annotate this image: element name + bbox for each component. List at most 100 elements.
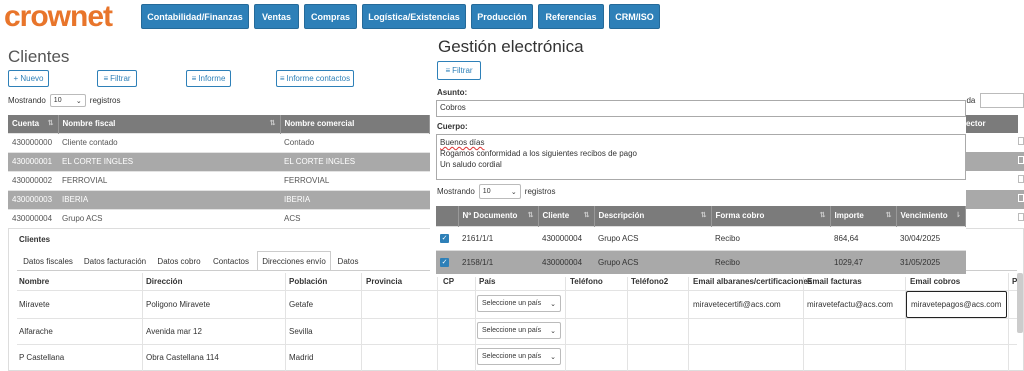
row-nombre: Alfarache [19, 327, 53, 336]
table-row[interactable]: 430000002 FERROVIAL FERROVIAL [8, 170, 430, 190]
col-cp: CP [443, 277, 455, 286]
receipts-table: Nº Documento ⇅ Cliente ⇅ Descripción ⇅ Form… [436, 206, 966, 274]
contacts-report-button[interactable]: ≡ Informe contactos [276, 70, 354, 87]
col-cliente[interactable]: Cliente ⇅ [538, 206, 595, 226]
col-pais: País [479, 277, 496, 286]
nav-logistica[interactable]: Logística/Existencias [362, 4, 466, 29]
modal-page-size-control: Mostrando 10 ⌄ registros [437, 184, 555, 199]
col-importe[interactable]: Importe ⇅ [830, 206, 897, 226]
sort-icon: ⇅ [819, 212, 826, 220]
filter-icon: ≡ [103, 74, 109, 83]
col-cuenta[interactable]: Cuenta ⇅ [8, 115, 59, 133]
table-row[interactable]: 430000003 IBERIA IBERIA [8, 189, 430, 209]
report-button[interactable]: ≡ Informe [186, 70, 231, 87]
right-col-header: ector [966, 115, 1018, 133]
col-telefono2: Teléfono2 [631, 277, 669, 286]
row-email-albaranes[interactable]: miravetecertifi@acs.com [693, 300, 781, 309]
sort-icon: ⇅ [269, 120, 276, 128]
row-checkbox[interactable] [1018, 194, 1024, 202]
tab-datos-facturacion[interactable]: Datos facturación [81, 251, 149, 271]
chevron-down-icon: ⌄ [550, 300, 556, 308]
nav-crm-iso[interactable]: CRM/ISO [609, 4, 660, 29]
tab-contactos[interactable]: Contactos [207, 251, 255, 271]
table-row[interactable]: 430000004 Grupo ACS ACS [8, 208, 430, 228]
detail-panel-title: Clientes [19, 235, 51, 244]
chevron-down-icon: ⌄ [75, 97, 82, 105]
table-row[interactable]: ✓ 2158/1/1 430000004 Grupo ACS Recibo 10… [436, 249, 966, 274]
sort-icon: ⇅ [885, 212, 892, 220]
modal-filter-button[interactable]: ≡ Filtrar [437, 61, 481, 80]
row-poblacion: Madrid [289, 353, 314, 362]
col-descripcion[interactable]: Descripción ⇅ [594, 206, 712, 226]
nav-compras[interactable]: Compras [304, 4, 357, 29]
sort-icon: ⇅ [527, 212, 534, 220]
subject-input[interactable]: Cobros [436, 100, 966, 117]
new-button[interactable]: + Nuevo [8, 70, 49, 87]
nav-referencias[interactable]: Referencias [538, 4, 604, 29]
country-select[interactable]: Seleccione un país ⌄ [477, 348, 561, 365]
tab-datos-cobro[interactable]: Datos cobro [151, 251, 207, 271]
table-row[interactable]: 430000001 EL CORTE INGLES EL CORTE INGLES [8, 151, 430, 171]
col-vencimiento[interactable]: Vencimiento ⇂ [896, 206, 966, 226]
sort-icon: ⇅ [583, 212, 590, 220]
row-poblacion: Sevilla [289, 327, 313, 336]
sort-icon: ⇅ [47, 120, 54, 128]
col-nombre-comercial[interactable]: Nombre comercial [280, 115, 430, 133]
filter-icon: ≡ [445, 66, 451, 75]
country-select[interactable]: Seleccione un país ⌄ [477, 322, 561, 339]
chevron-down-icon: ⌄ [550, 327, 556, 335]
right-row-fill [966, 190, 1024, 209]
col-select [436, 206, 459, 226]
email-cobros-input[interactable]: miravetepagos@acs.com [906, 291, 1007, 318]
col-email-albaranes: Email albaranes/certificaciones [693, 277, 813, 286]
crownet-logo[interactable]: crownet [4, 2, 113, 32]
sort-asc-icon: ⇂ [955, 212, 961, 220]
clients-table: Cuenta ⇅ Nombre fiscal ⇅ Nombre comercial … [8, 115, 430, 228]
col-poblacion: Población [289, 277, 328, 286]
row-checkbox-checked[interactable]: ✓ [440, 257, 449, 267]
col-nombre: Nombre [19, 277, 50, 286]
nav-produccion[interactable]: Producción [471, 4, 533, 29]
nav-contabilidad[interactable]: Contabilidad/Finanzas [141, 4, 249, 29]
table-row[interactable]: ✓ 2161/1/1 430000004 Grupo ACS Recibo 86… [436, 225, 966, 250]
table-row[interactable]: 430000000 Cliente contado Contado [8, 132, 430, 152]
col-telefono: Teléfono [570, 277, 603, 286]
list-icon: ≡ [279, 74, 285, 83]
row-nombre: P Castellana [19, 353, 65, 362]
col-direccion: Dirección [146, 277, 183, 286]
col-provincia: Provincia [366, 277, 403, 286]
row-email-facturas[interactable]: miravetefactu@acs.com [807, 300, 893, 309]
col-nombre-fiscal[interactable]: Nombre fiscal ⇅ [58, 115, 281, 133]
page-size-control: Mostrando 10 ⌄ registros [8, 94, 121, 107]
scrollbar[interactable] [1017, 273, 1023, 333]
col-documento[interactable]: Nº Documento ⇅ [458, 206, 539, 226]
row-checkbox[interactable] [1018, 156, 1024, 164]
country-select[interactable]: Seleccione un país ⌄ [477, 295, 561, 312]
body-textarea[interactable]: Buenos días Rogamos conformidad a los si… [436, 134, 966, 180]
col-forma-cobro[interactable]: Forma cobro ⇅ [711, 206, 831, 226]
row-checkbox[interactable] [1018, 213, 1024, 221]
chevron-down-icon: ⌄ [510, 188, 517, 196]
row-direccion: Obra Castellana 114 [146, 353, 219, 362]
page-title: Clientes [8, 47, 70, 66]
row-checkbox[interactable] [1018, 175, 1024, 183]
subject-label: Asunto: [437, 88, 468, 97]
tab-direcciones-envio[interactable]: Direcciones envío [257, 251, 331, 271]
row-checkbox-checked[interactable]: ✓ [440, 233, 449, 243]
search-input[interactable] [980, 93, 1024, 108]
row-checkbox[interactable] [1018, 137, 1024, 145]
tab-datos[interactable]: Datos [331, 251, 365, 271]
page-size-select[interactable]: 10 ⌄ [49, 94, 86, 107]
right-row-fill [966, 152, 1024, 171]
modal-title: Gestión electrónica [438, 37, 584, 56]
col-email-cobros: Email cobros [910, 277, 961, 286]
list-icon: ≡ [191, 74, 197, 83]
filter-button[interactable]: ≡ Filtrar [97, 70, 137, 87]
chevron-down-icon: ⌄ [550, 353, 556, 361]
modal-page-size-select[interactable]: 10 ⌄ [478, 184, 521, 199]
row-nombre: Miravete [19, 300, 50, 309]
sort-icon: ⇅ [700, 212, 707, 220]
tab-datos-fiscales[interactable]: Datos fiscales [15, 251, 81, 271]
row-direccion: Avenida mar 12 [146, 327, 202, 336]
nav-ventas[interactable]: Ventas [254, 4, 299, 29]
